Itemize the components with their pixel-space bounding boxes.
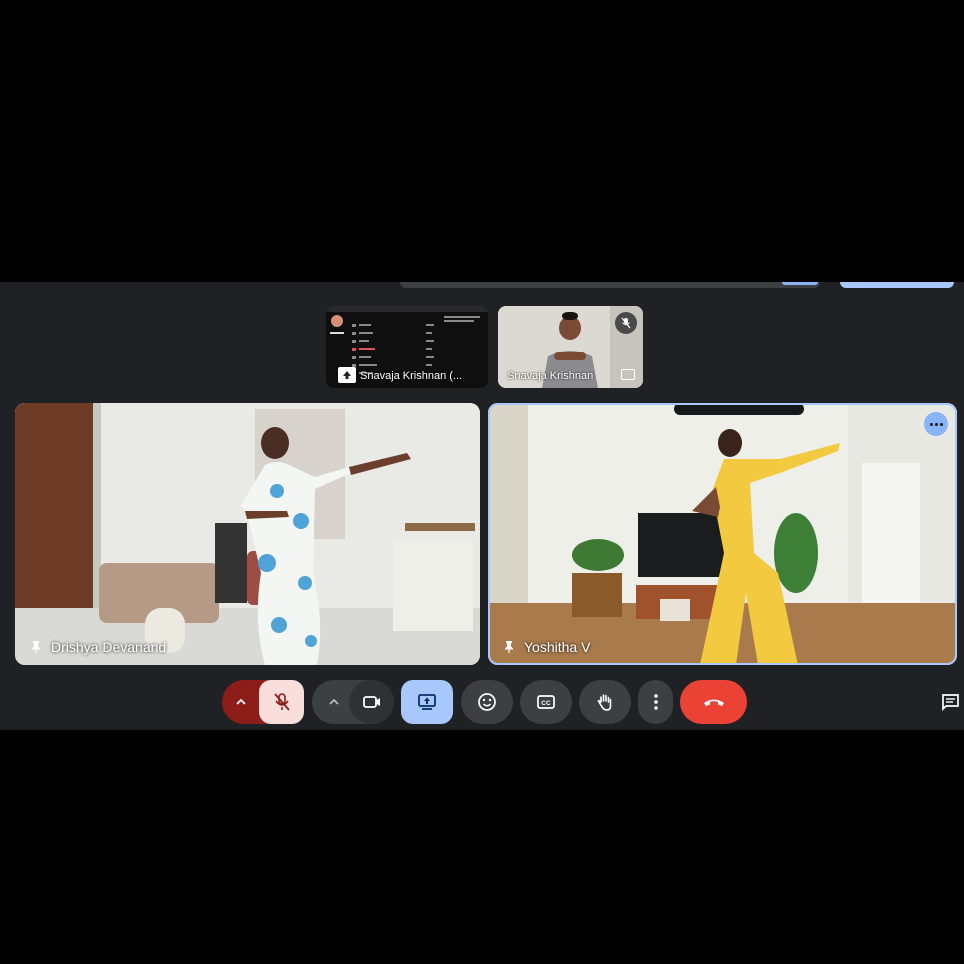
raise-hand-button[interactable]	[579, 680, 631, 724]
microphone-button[interactable]	[259, 680, 304, 724]
participant-thumbnail[interactable]: Snavaja Krishnan	[498, 306, 643, 388]
participant-tile[interactable]: Drishya Devanand	[15, 403, 480, 665]
present-button[interactable]	[401, 680, 453, 724]
participant-name: Yoshitha V	[524, 639, 591, 655]
mic-off-icon	[273, 693, 290, 711]
reactions-button[interactable]	[461, 680, 513, 724]
meet-window: Snavaja Krishnan (... Snavaja Krishnan D…	[0, 282, 964, 730]
participant-label: Yoshitha V	[502, 639, 590, 655]
participant-label: Drishya Devanand	[29, 639, 166, 655]
participant-name: Snavaja Krishnan (...	[360, 370, 463, 382]
chevron-up-icon	[236, 698, 246, 705]
participant-tile-active[interactable]: Yoshitha V	[488, 403, 957, 665]
chat-icon	[942, 694, 959, 712]
leave-call-button[interactable]	[680, 680, 747, 724]
screen-share-thumbnail[interactable]: Snavaja Krishnan (...	[326, 306, 488, 388]
video-icon	[362, 696, 380, 708]
present-screen-icon	[338, 367, 356, 383]
call-end-icon	[703, 699, 724, 706]
participant-name: Drishya Devanand	[51, 639, 167, 655]
pin-icon[interactable]	[502, 640, 516, 654]
emoji-icon	[478, 693, 496, 711]
captions-button[interactable]: CC	[520, 680, 572, 724]
more-options-button[interactable]	[638, 680, 673, 724]
chat-button[interactable]	[940, 680, 964, 724]
present-screen-icon	[418, 694, 436, 710]
top-toolbar-strip	[400, 282, 820, 288]
chevron-up-icon	[329, 698, 339, 705]
call-controls-bar: CC	[0, 680, 964, 724]
camera-button[interactable]	[349, 680, 394, 724]
mic-off-icon	[615, 312, 637, 334]
top-button-partial[interactable]	[782, 282, 818, 285]
more-options-icon[interactable]	[924, 412, 948, 436]
pin-icon[interactable]	[29, 640, 43, 654]
cc-icon: CC	[537, 695, 555, 709]
participant-video	[488, 403, 957, 665]
hand-icon	[597, 694, 612, 711]
more-vert-icon	[653, 694, 658, 710]
participant-name: Snavaja Krishnan	[507, 370, 594, 382]
participant-video	[15, 403, 480, 665]
picture-in-picture-icon[interactable]	[621, 369, 635, 380]
top-action-button-partial[interactable]	[840, 282, 954, 288]
svg-text:CC: CC	[541, 700, 551, 707]
